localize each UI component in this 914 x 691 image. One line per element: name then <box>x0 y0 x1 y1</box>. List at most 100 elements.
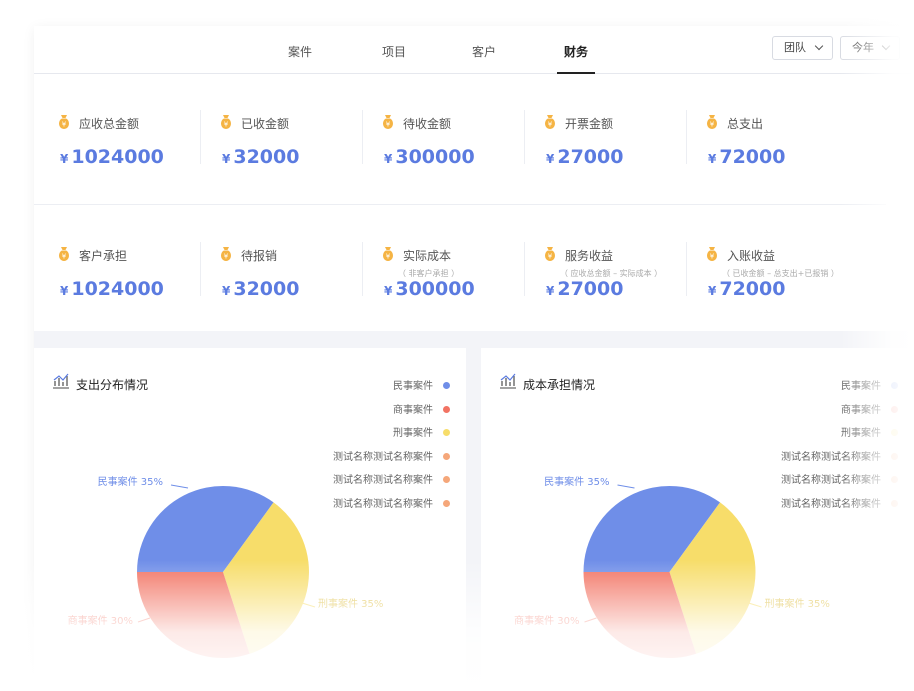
money-bag-icon: ¥ <box>705 114 719 130</box>
money-bag-icon: ¥ <box>543 114 557 130</box>
currency-symbol: ¥ <box>222 284 231 298</box>
stat-label: 服务收益 <box>565 249 614 263</box>
svg-text:¥: ¥ <box>710 253 715 261</box>
legend-label: 测试名称测试名称案件 <box>781 451 881 463</box>
legend-label: 测试名称测试名称案件 <box>333 475 433 486</box>
pie-label-leader <box>301 602 316 608</box>
legend-item[interactable]: 测试名称测试名称案件 <box>333 495 450 510</box>
cost-pie-chart: 民事案件 35% 刑事案件 35% 商事案件 30% <box>514 475 830 658</box>
legend-item[interactable]: 测试名称测试名称案件 <box>781 471 898 486</box>
money-bag-icon: ¥ <box>219 114 233 130</box>
legend-item[interactable]: 民事案件 <box>841 377 898 392</box>
stat-pending-receipt: ¥ 待收金额 ¥300000 <box>358 112 520 192</box>
legend-dot <box>443 382 450 389</box>
pie-label-leader <box>748 602 762 608</box>
stat-label: 客户承担 <box>79 249 128 263</box>
stat-label: 入账收益 <box>727 249 776 263</box>
stat-divider <box>524 110 525 164</box>
team-select-value: 团队 <box>784 41 806 54</box>
finance-dashboard: 案件 项目 客户 财务 团队 今年 ¥ 应收总金额 ¥1024000 ¥ 已收金额 ¥32… <box>34 26 914 691</box>
stat-value: ¥72000 <box>708 278 785 300</box>
stat-divider <box>686 110 687 164</box>
stat-divider <box>686 242 687 296</box>
legend-item[interactable]: 民事案件 <box>393 377 450 392</box>
legend-label: 商事案件 <box>393 404 433 416</box>
team-select[interactable]: 团队 <box>772 36 833 60</box>
stat-invoiced: ¥ 开票金额 ¥27000 <box>520 112 682 192</box>
currency-symbol: ¥ <box>708 284 717 298</box>
currency-symbol: ¥ <box>222 152 231 166</box>
legend-item[interactable]: 刑事案件 <box>841 424 898 439</box>
money-bag-icon: ¥ <box>57 114 71 130</box>
svg-text:¥: ¥ <box>548 121 553 129</box>
legend-item[interactable]: 测试名称测试名称案件 <box>781 448 898 463</box>
stats-panel: ¥ 应收总金额 ¥1024000 ¥ 已收金额 ¥32000 ¥ 待收金额 ¥300000 ¥ 开票… <box>34 74 914 331</box>
svg-text:¥: ¥ <box>62 121 67 129</box>
pie-label-leader <box>584 617 597 623</box>
top-nav: 案件 项目 客户 财务 团队 今年 <box>34 26 914 74</box>
stat-divider <box>362 242 363 296</box>
pie-slice-label: 民事案件 35% <box>544 475 609 488</box>
stat-actual-cost: ¥ 实际成本（ 非客户承担 ） ¥300000 <box>358 244 520 324</box>
stat-divider <box>524 242 525 296</box>
stat-client-borne: ¥ 客户承担 ¥1024000 <box>34 244 196 324</box>
stat-total-expense: ¥ 总支出 ¥72000 <box>682 112 844 192</box>
stat-pending-reimbursement: ¥ 待报销 ¥32000 <box>196 244 358 324</box>
stat-receivable-total: ¥ 应收总金额 ¥1024000 <box>34 112 196 192</box>
chevron-down-icon <box>814 41 824 51</box>
legend-label: 测试名称测试名称案件 <box>781 498 881 510</box>
stat-value: ¥1024000 <box>60 278 164 300</box>
stat-value: ¥27000 <box>546 146 623 168</box>
stat-amount: 27000 <box>557 278 624 300</box>
cost-bearing-card: 成本承担情况 民事案件 35% 刑事案件 35% 商事案件 30% 民事案件 商事案件… <box>481 348 914 691</box>
tab-finance[interactable]: 财务 <box>557 26 595 74</box>
svg-text:¥: ¥ <box>710 121 715 129</box>
svg-text:¥: ¥ <box>62 253 67 261</box>
stat-amount: 27000 <box>557 146 624 168</box>
currency-symbol: ¥ <box>60 152 69 166</box>
legend-item[interactable]: 测试名称测试名称案件 <box>333 471 450 486</box>
legend-label: 测试名称测试名称案件 <box>333 498 433 510</box>
legend-item[interactable]: 商事案件 <box>841 401 898 416</box>
currency-symbol: ¥ <box>708 152 717 166</box>
stat-value: ¥32000 <box>222 278 299 300</box>
legend-label: 民事案件 <box>841 381 881 392</box>
legend-dot <box>891 452 898 460</box>
svg-text:¥: ¥ <box>386 121 391 129</box>
legend-item[interactable]: 商事案件 <box>393 401 450 416</box>
money-bag-icon: ¥ <box>705 246 719 262</box>
stat-amount: 32000 <box>233 278 300 300</box>
legend-dot <box>443 452 450 460</box>
legend-dot <box>443 476 450 483</box>
stat-amount: 72000 <box>719 278 786 300</box>
stat-label: 待收金额 <box>403 117 452 131</box>
legend-dot <box>891 476 898 483</box>
legend-dot <box>891 429 898 436</box>
legend-item[interactable]: 测试名称测试名称案件 <box>781 495 898 510</box>
pie-slice-label: 民事案件 35% <box>98 475 163 488</box>
legend-item[interactable]: 刑事案件 <box>393 424 450 439</box>
currency-symbol: ¥ <box>60 284 69 298</box>
legend-dot <box>443 499 450 507</box>
tab-clients[interactable]: 客户 <box>464 26 504 74</box>
currency-symbol: ¥ <box>384 152 393 166</box>
stat-label: 实际成本 <box>403 249 452 263</box>
currency-symbol: ¥ <box>546 152 555 166</box>
legend-item[interactable]: 测试名称测试名称案件 <box>333 448 450 463</box>
stat-value: ¥300000 <box>384 278 475 300</box>
stat-amount: 72000 <box>719 146 786 168</box>
legend-label: 商事案件 <box>841 404 881 416</box>
tab-cases[interactable]: 案件 <box>280 26 320 74</box>
tab-projects[interactable]: 项目 <box>374 26 414 74</box>
stat-divider <box>200 110 201 164</box>
stat-label: 待报销 <box>241 249 278 263</box>
pie-label-leader <box>617 484 635 489</box>
stat-label: 已收金额 <box>241 117 290 131</box>
svg-text:¥: ¥ <box>548 253 553 261</box>
currency-symbol: ¥ <box>546 284 555 298</box>
period-select[interactable]: 今年 <box>840 36 900 60</box>
stat-amount: 1024000 <box>71 146 164 168</box>
stat-value: ¥27000 <box>546 278 623 300</box>
stat-value: ¥72000 <box>708 146 785 168</box>
stat-value: ¥300000 <box>384 146 475 168</box>
